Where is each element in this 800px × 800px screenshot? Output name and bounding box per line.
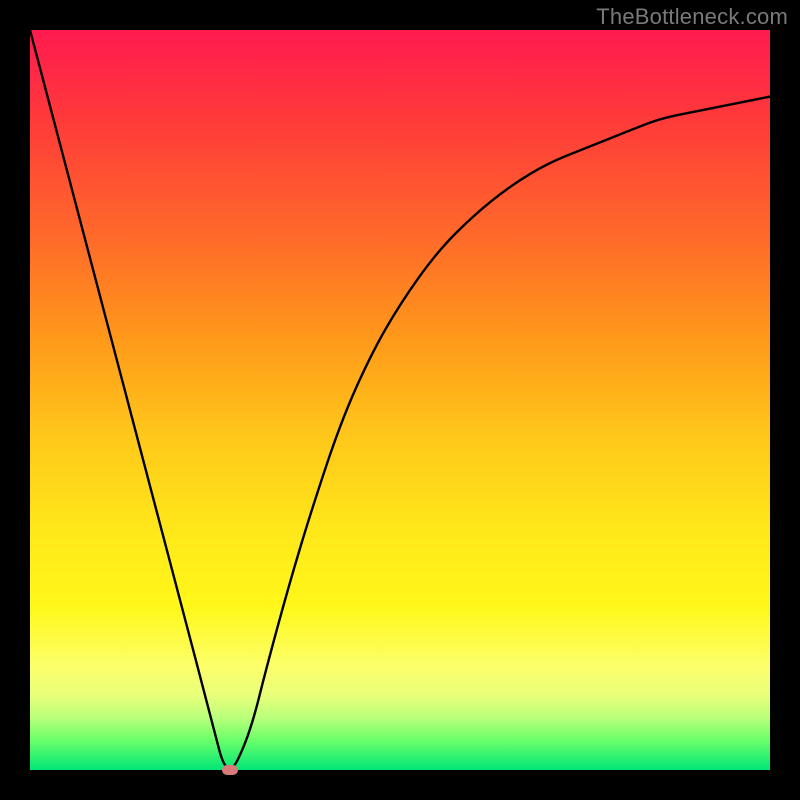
curve-svg bbox=[30, 30, 770, 770]
plot-area bbox=[30, 30, 770, 770]
optimum-marker bbox=[222, 765, 238, 775]
chart-frame: TheBottleneck.com bbox=[0, 0, 800, 800]
bottleneck-curve-path bbox=[30, 30, 770, 768]
attribution-label: TheBottleneck.com bbox=[596, 4, 788, 30]
